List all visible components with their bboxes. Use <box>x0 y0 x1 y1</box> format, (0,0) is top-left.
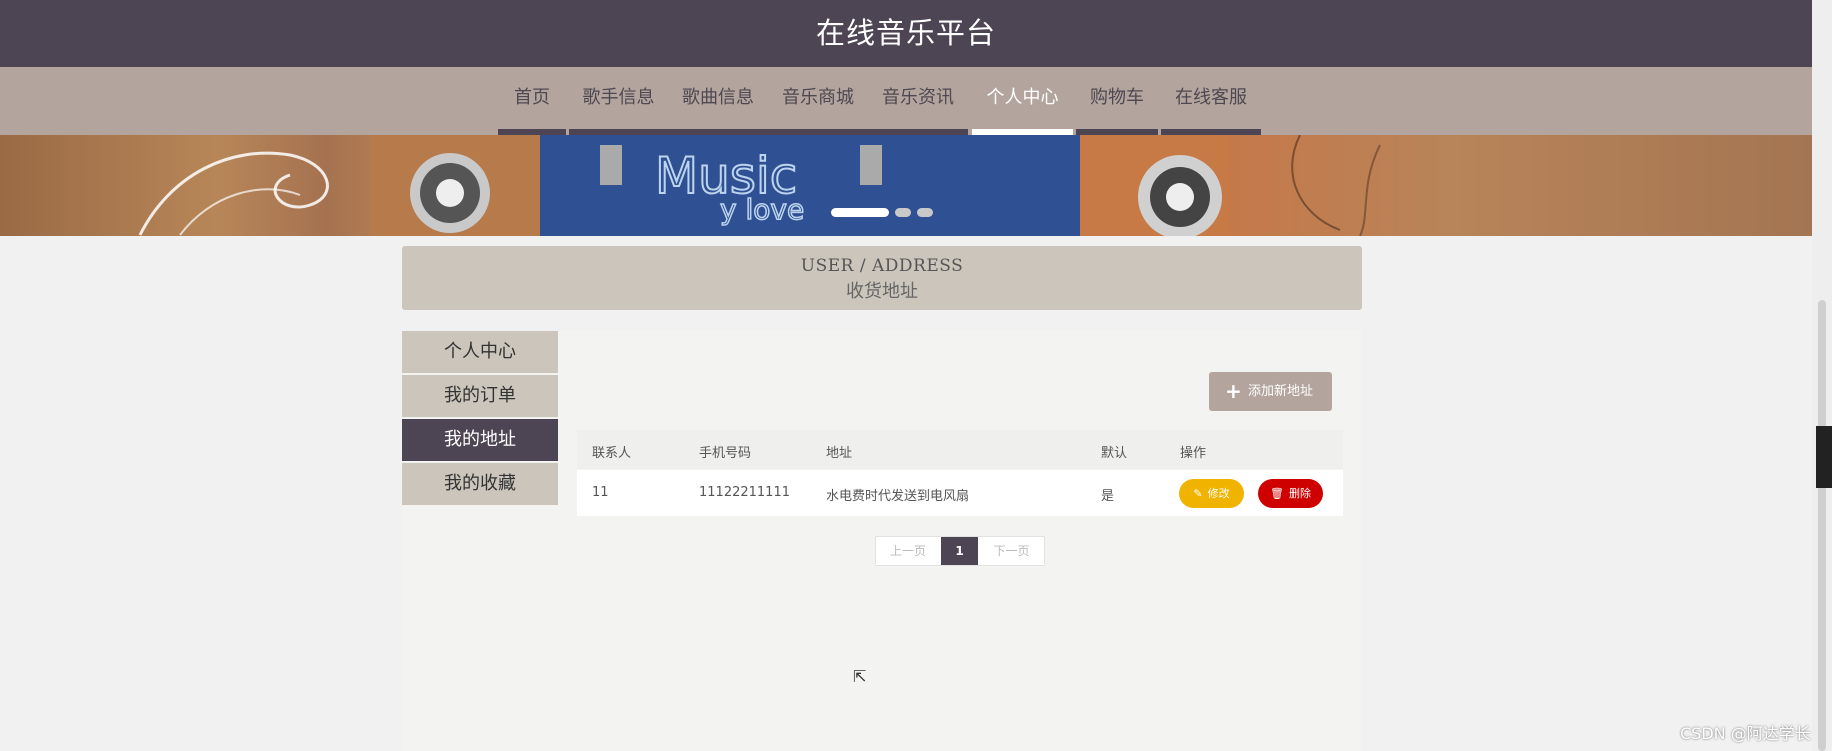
carousel-dot[interactable] <box>917 208 933 217</box>
page-scrollbar[interactable] <box>1812 0 1832 751</box>
nav-songs[interactable]: 歌曲信息 <box>668 67 768 135</box>
prev-page-button[interactable]: 上一页 <box>876 537 940 565</box>
banner-carousel: Music y love <box>0 135 1812 236</box>
column-header: 地址 <box>826 446 853 461</box>
sidebar-menu: 个人中心 我的订单 我的地址 我的收藏 <box>402 331 558 507</box>
table-header: 联系人 手机号码 地址 默认 操作 <box>577 430 1343 469</box>
phone-cell: 11122211111 <box>699 485 790 500</box>
page-title-en: USER / ADDRESS <box>800 256 964 276</box>
nav-news[interactable]: 音乐资讯 <box>868 67 968 135</box>
column-header: 手机号码 <box>699 446 752 461</box>
page-number-current[interactable]: 1 <box>941 537 978 565</box>
nav-songs-label: 歌曲信息 <box>682 87 754 108</box>
trash-icon: 🗑 <box>1270 487 1284 500</box>
nav-home-label: 首页 <box>514 87 550 108</box>
address-cell: 水电费时代发送到电风扇 <box>826 489 970 504</box>
column-header: 默认 <box>1101 446 1128 461</box>
nav-news-label: 音乐资讯 <box>882 87 954 108</box>
pencil-icon: ✎ <box>1193 487 1203 500</box>
table-row: 11 11122211111 水电费时代发送到电风扇 是 ✎ 修改 🗑 删除 <box>577 470 1343 516</box>
scrollbar-thumb[interactable] <box>1818 300 1826 751</box>
sidebar-item-favorites[interactable]: 我的收藏 <box>402 463 558 505</box>
sidebar-item-address[interactable]: 我的地址 <box>402 419 558 461</box>
carousel-dot[interactable] <box>895 208 911 217</box>
nav-singers-label: 歌手信息 <box>582 87 655 108</box>
nav-singers[interactable]: 歌手信息 <box>569 67 668 135</box>
nav-cart[interactable]: 购物车 <box>1076 67 1158 135</box>
edit-button[interactable]: ✎ 修改 <box>1179 479 1244 508</box>
plus-icon: + <box>1225 379 1242 403</box>
page-title-box: USER / ADDRESS 收货地址 <box>402 246 1362 310</box>
banner-art-text: y love <box>720 193 804 226</box>
nav-support-label: 在线客服 <box>1175 87 1247 108</box>
contact-cell: 11 <box>592 485 609 500</box>
site-header: 在线音乐平台 <box>0 0 1812 67</box>
add-address-label: 添加新地址 <box>1248 384 1314 399</box>
banner-image: Music y love <box>138 135 1381 236</box>
sidebar-item-orders[interactable]: 我的订单 <box>402 375 558 417</box>
main-nav: 首页 歌手信息 歌曲信息 音乐商城 音乐资讯 个人中心 购物车 在线客服 <box>0 67 1812 135</box>
nav-support[interactable]: 在线客服 <box>1161 67 1261 135</box>
edit-label: 修改 <box>1207 487 1230 500</box>
nav-shop[interactable]: 音乐商城 <box>768 67 868 135</box>
nav-personal-center[interactable]: 个人中心 <box>972 67 1073 135</box>
delete-button[interactable]: 🗑 删除 <box>1258 479 1323 508</box>
delete-label: 删除 <box>1288 487 1311 500</box>
nav-cart-label: 购物车 <box>1090 87 1144 108</box>
nav-personal-center-label: 个人中心 <box>986 87 1059 108</box>
side-panel-handle[interactable] <box>1816 426 1832 488</box>
nav-home[interactable]: 首页 <box>498 67 566 135</box>
page-title-zh: 收货地址 <box>846 281 918 302</box>
nav-shop-label: 音乐商城 <box>782 87 854 108</box>
sidebar-item-personal-center[interactable]: 个人中心 <box>402 331 558 373</box>
carousel-dot-active[interactable] <box>831 208 889 217</box>
add-address-button[interactable]: + 添加新地址 <box>1209 372 1332 411</box>
mouse-cursor-icon: ⇱ <box>853 667 867 686</box>
next-page-button[interactable]: 下一页 <box>979 537 1044 565</box>
column-header: 联系人 <box>592 446 632 461</box>
site-title: 在线音乐平台 <box>815 16 996 50</box>
column-header: 操作 <box>1180 446 1207 461</box>
default-cell: 是 <box>1101 489 1115 504</box>
pagination: 上一页 1 下一页 <box>875 536 1045 566</box>
watermark: CSDN @阿达学长 <box>1680 724 1811 743</box>
